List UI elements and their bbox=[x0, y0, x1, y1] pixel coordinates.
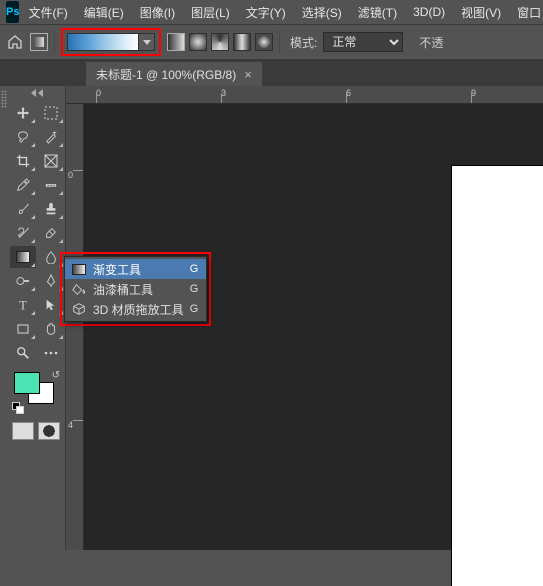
close-icon[interactable]: × bbox=[244, 67, 252, 82]
toolbox-collapse[interactable] bbox=[8, 86, 65, 100]
flyout-item-shortcut: G bbox=[190, 263, 199, 275]
gradient-type-reflected[interactable] bbox=[233, 33, 251, 51]
divider bbox=[279, 31, 280, 53]
gradient-icon bbox=[71, 261, 87, 277]
eyedropper-tool[interactable] bbox=[10, 174, 36, 196]
gradient-type-diamond[interactable] bbox=[255, 33, 273, 51]
document-tab-title: 未标题-1 @ 100%(RGB/8) bbox=[96, 66, 236, 83]
zoom-tool[interactable] bbox=[10, 342, 36, 364]
history-brush-tool[interactable] bbox=[10, 222, 36, 244]
toolbox: T ↺ bbox=[8, 86, 66, 550]
menu-image[interactable]: 图像(I) bbox=[133, 1, 182, 24]
stamp-tool[interactable] bbox=[38, 198, 64, 220]
ruler-horizontal[interactable]: 0369 bbox=[66, 86, 543, 104]
gradient-preview[interactable] bbox=[67, 33, 139, 51]
color-swatches: ↺ bbox=[8, 366, 65, 418]
foreground-swatch[interactable] bbox=[14, 372, 40, 394]
gradient-type-radial[interactable] bbox=[189, 33, 207, 51]
marquee-tool[interactable] bbox=[38, 102, 64, 124]
eraser-tool[interactable] bbox=[38, 222, 64, 244]
blend-mode-select[interactable]: 正常 bbox=[323, 32, 403, 52]
flyout-item-bucket[interactable]: 油漆桶工具 G bbox=[65, 279, 206, 299]
flyout-item-gradient[interactable]: 渐变工具 G bbox=[65, 259, 206, 279]
menu-type[interactable]: 文字(Y) bbox=[239, 1, 293, 24]
menu-select[interactable]: 选择(S) bbox=[295, 1, 349, 24]
flyout-item-shortcut: G bbox=[190, 303, 199, 315]
more-tools[interactable] bbox=[38, 342, 64, 364]
menu-bar: Ps 文件(F) 编辑(E) 图像(I) 图层(L) 文字(Y) 选择(S) 滤… bbox=[0, 0, 543, 24]
magic-wand-tool[interactable] bbox=[38, 126, 64, 148]
dodge-tool[interactable] bbox=[10, 270, 36, 292]
flyout-item-shortcut: G bbox=[190, 283, 199, 295]
shape-tool[interactable] bbox=[10, 318, 36, 340]
gradient-type-angle[interactable] bbox=[211, 33, 229, 51]
menu-file[interactable]: 文件(F) bbox=[21, 1, 74, 24]
flyout-item-label: 渐变工具 bbox=[93, 261, 184, 278]
swap-colors-icon[interactable]: ↺ bbox=[52, 370, 60, 381]
flyout-item-label: 3D 材质拖放工具 bbox=[93, 301, 184, 318]
flyout-item-label: 油漆桶工具 bbox=[93, 281, 184, 298]
gradient-picker-highlight bbox=[61, 28, 161, 56]
type-tool[interactable]: T bbox=[10, 294, 36, 316]
quickmask-row bbox=[8, 418, 65, 440]
move-tool[interactable] bbox=[10, 102, 36, 124]
ruler-vertical[interactable]: 024 bbox=[66, 104, 84, 550]
brush-tool[interactable] bbox=[10, 198, 36, 220]
options-bar: 模式: 正常 不透 bbox=[0, 24, 543, 60]
menu-edit[interactable]: 编辑(E) bbox=[77, 1, 131, 24]
cube-icon bbox=[71, 301, 87, 317]
document-canvas[interactable] bbox=[452, 166, 543, 586]
menu-3d[interactable]: 3D(D) bbox=[406, 2, 452, 22]
reset-colors-icon[interactable] bbox=[12, 402, 24, 414]
svg-text:T: T bbox=[19, 298, 27, 312]
divider bbox=[54, 31, 55, 53]
gradient-type-group bbox=[167, 33, 273, 51]
opacity-label: 不透 bbox=[419, 34, 443, 51]
gradient-dropdown[interactable] bbox=[139, 33, 155, 51]
crop-tool[interactable] bbox=[10, 150, 36, 172]
canvas-area[interactable] bbox=[84, 104, 543, 550]
healing-tool[interactable] bbox=[38, 174, 64, 196]
menu-window[interactable]: 窗口 bbox=[510, 1, 543, 24]
menu-filter[interactable]: 滤镜(T) bbox=[351, 1, 404, 24]
gradient-tool[interactable] bbox=[10, 246, 36, 268]
tool-flyout-highlight: 渐变工具 G 油漆桶工具 G 3D 材质拖放工具 G bbox=[60, 252, 211, 326]
flyout-item-3d-material[interactable]: 3D 材质拖放工具 G bbox=[65, 299, 206, 319]
lasso-tool[interactable] bbox=[10, 126, 36, 148]
quickmask-mode-icon[interactable] bbox=[38, 422, 60, 440]
app-logo: Ps bbox=[6, 1, 19, 23]
frame-tool[interactable] bbox=[38, 150, 64, 172]
mode-label: 模式: bbox=[290, 34, 317, 51]
tool-preset-icon[interactable] bbox=[30, 33, 48, 51]
panel-drag-strip[interactable] bbox=[0, 86, 8, 550]
document-tab[interactable]: 未标题-1 @ 100%(RGB/8) × bbox=[86, 62, 262, 86]
bucket-icon bbox=[71, 281, 87, 297]
home-icon[interactable] bbox=[6, 33, 24, 51]
standard-mode-icon[interactable] bbox=[12, 422, 34, 440]
menu-layer[interactable]: 图层(L) bbox=[184, 1, 237, 24]
menu-view[interactable]: 视图(V) bbox=[454, 1, 508, 24]
gradient-type-linear[interactable] bbox=[167, 33, 185, 51]
document-tab-bar: 未标题-1 @ 100%(RGB/8) × bbox=[0, 60, 543, 86]
tool-flyout: 渐变工具 G 油漆桶工具 G 3D 材质拖放工具 G bbox=[64, 256, 207, 322]
